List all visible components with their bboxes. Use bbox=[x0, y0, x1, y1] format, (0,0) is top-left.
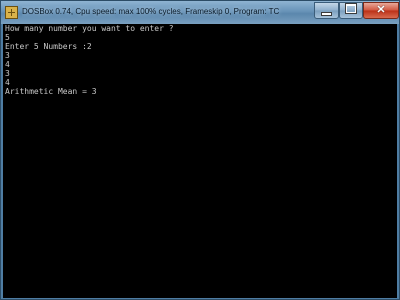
minimize-button[interactable] bbox=[314, 2, 339, 19]
maximize-button[interactable] bbox=[339, 2, 363, 19]
dos-console[interactable]: How many number you want to enter ? 5 En… bbox=[3, 24, 397, 298]
console-line: 5 bbox=[5, 33, 10, 42]
close-icon: ✕ bbox=[376, 4, 386, 16]
maximize-icon bbox=[346, 4, 356, 13]
window-title: DOSBox 0.74, Cpu speed: max 100% cycles,… bbox=[22, 7, 280, 16]
console-line: Arithmetic Mean = 3 bbox=[5, 87, 97, 96]
console-line: 3 bbox=[5, 69, 10, 78]
console-line: Enter 5 Numbers :2 bbox=[5, 42, 92, 51]
console-line: 3 bbox=[5, 51, 10, 60]
minimize-icon bbox=[321, 12, 332, 16]
console-line: 4 bbox=[5, 78, 10, 87]
console-line: 4 bbox=[5, 60, 10, 69]
dosbox-app-icon[interactable] bbox=[5, 6, 18, 19]
close-button[interactable]: ✕ bbox=[363, 2, 399, 19]
dosbox-window: DOSBox 0.74, Cpu speed: max 100% cycles,… bbox=[0, 0, 400, 300]
console-line: How many number you want to enter ? bbox=[5, 24, 174, 33]
title-bar[interactable]: DOSBox 0.74, Cpu speed: max 100% cycles,… bbox=[1, 1, 399, 24]
